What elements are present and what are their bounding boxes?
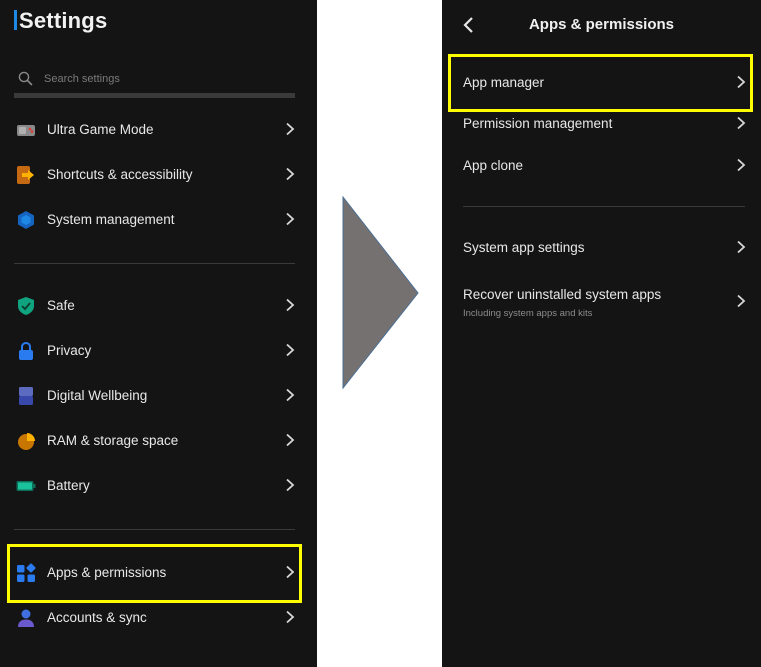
- shortcut-arrow-icon: [17, 166, 34, 184]
- chevron-right-icon: [286, 167, 295, 181]
- menu-item-label: System app settings: [463, 240, 585, 255]
- search-icon: [18, 71, 33, 86]
- highlight-apps-permissions: [7, 544, 302, 603]
- pie-storage-icon: [18, 433, 35, 450]
- divider: [463, 206, 745, 207]
- settings-item-label: System management: [47, 212, 175, 227]
- settings-item-label: Accounts & sync: [47, 610, 147, 625]
- shield-check-icon: [18, 297, 34, 315]
- settings-item-accounts-sync[interactable]: Accounts & sync: [14, 601, 297, 635]
- chevron-right-icon: [286, 212, 295, 226]
- page-title: Apps & permissions: [528, 16, 675, 33]
- chevron-right-icon: [286, 298, 295, 312]
- menu-item-system-app-settings[interactable]: System app settings: [463, 231, 746, 265]
- settings-item-label: Privacy: [47, 343, 92, 358]
- menu-item-recover-system-apps[interactable]: Recover uninstalled system apps Includin…: [463, 278, 746, 324]
- menu-item-sublabel: Including system apps and kits: [463, 308, 593, 319]
- settings-item-label: Digital Wellbeing: [47, 388, 148, 403]
- menu-item-label: Permission management: [463, 116, 613, 131]
- settings-item-label: RAM & storage space: [47, 433, 179, 448]
- settings-item-label: Ultra Game Mode: [47, 122, 154, 137]
- person-icon: [18, 609, 34, 627]
- settings-item-privacy[interactable]: Privacy: [14, 334, 297, 368]
- divider: [14, 529, 295, 530]
- settings-item-ram-storage[interactable]: RAM & storage space: [14, 424, 297, 458]
- page-title: Settings: [14, 8, 107, 34]
- hexagon-system-icon: [18, 211, 34, 229]
- game-controller-icon: [17, 125, 35, 136]
- divider: [14, 263, 295, 264]
- menu-item-label: App clone: [463, 158, 524, 173]
- chevron-right-icon: [737, 240, 746, 254]
- chevron-right-icon: [286, 433, 295, 447]
- menu-item-permission-management[interactable]: Permission management: [463, 107, 746, 141]
- chevron-right-icon: [286, 610, 295, 624]
- chevron-right-icon: [286, 343, 295, 357]
- settings-item-safe[interactable]: Safe: [14, 289, 297, 323]
- search-bar[interactable]: [14, 67, 295, 98]
- settings-item-ultra-game-mode[interactable]: Ultra Game Mode: [14, 113, 297, 147]
- transition-arrow-icon: [342, 196, 419, 390]
- settings-item-label: Safe: [47, 298, 75, 313]
- highlight-app-manager: [448, 54, 753, 112]
- hourglass-icon: [19, 387, 33, 405]
- chevron-right-icon: [286, 388, 295, 402]
- apps-permissions-screen: Apps & permissions App manager Permissio…: [442, 0, 761, 667]
- menu-item-app-clone[interactable]: App clone: [463, 149, 746, 183]
- lock-icon: [19, 341, 33, 360]
- settings-item-shortcuts-accessibility[interactable]: Shortcuts & accessibility: [14, 158, 297, 192]
- settings-item-digital-wellbeing[interactable]: Digital Wellbeing: [14, 379, 297, 413]
- chevron-right-icon: [286, 122, 295, 136]
- chevron-right-icon: [737, 158, 746, 172]
- settings-item-label: Battery: [47, 478, 90, 493]
- chevron-right-icon: [286, 478, 295, 492]
- settings-item-system-management[interactable]: System management: [14, 203, 297, 237]
- settings-item-label: Shortcuts & accessibility: [47, 167, 193, 182]
- page-title-text: Settings: [19, 8, 108, 33]
- text-cursor: [14, 10, 17, 30]
- menu-item-label: Recover uninstalled system apps: [463, 287, 662, 302]
- settings-item-battery[interactable]: Battery: [14, 469, 297, 503]
- battery-icon: [16, 481, 36, 491]
- search-input[interactable]: [42, 69, 286, 89]
- chevron-right-icon: [737, 294, 746, 308]
- settings-screen: Settings Ultra Game Mode Shortcuts & acc…: [0, 0, 317, 667]
- chevron-right-icon: [737, 116, 746, 130]
